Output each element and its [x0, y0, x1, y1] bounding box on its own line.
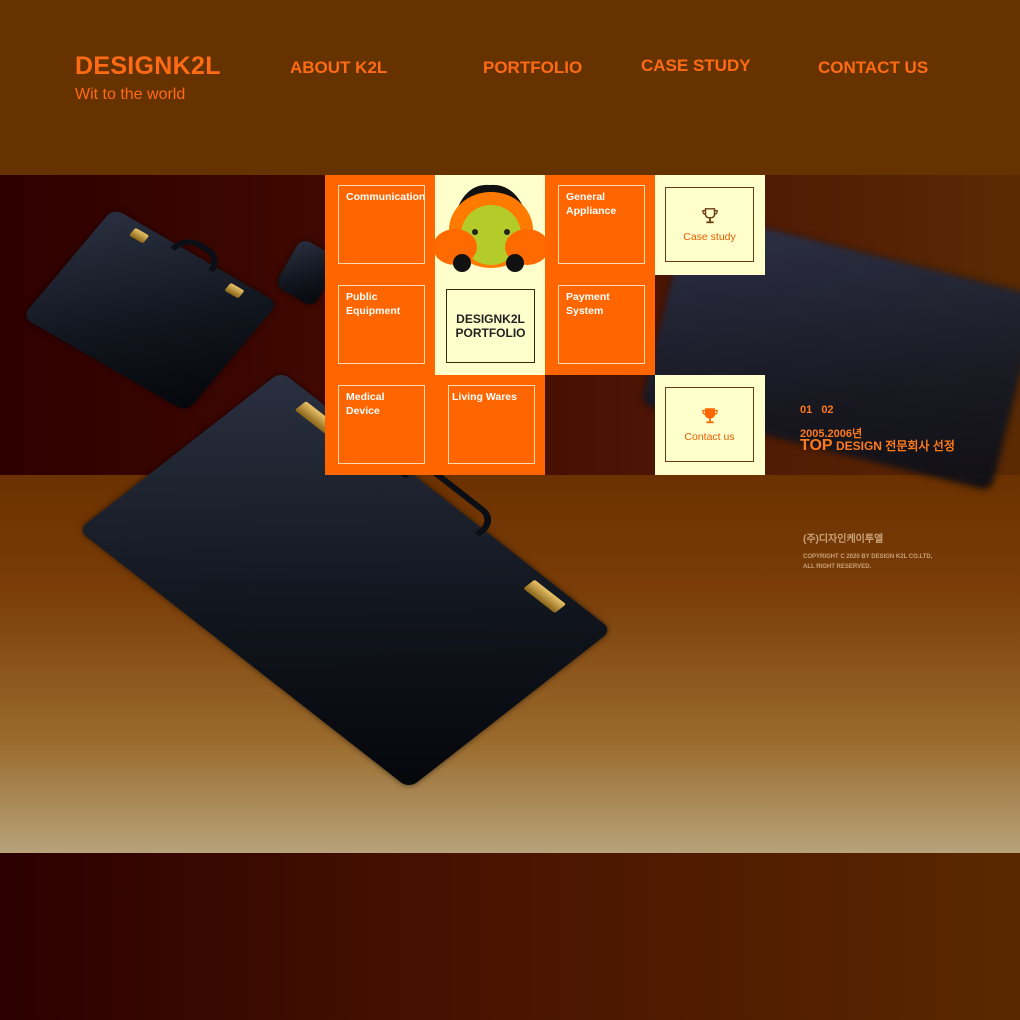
medical-device-link[interactable]: Medical Device — [338, 385, 425, 464]
case-study-label: Case study — [683, 230, 736, 243]
tile-payment-system: Payment System — [545, 275, 655, 375]
slide-pager: 01 02 — [800, 404, 840, 416]
tile-public-equipment: Public Equipment — [325, 275, 435, 375]
copyright: COPYRIGHT C 2020 BY DESIGN K2L CO.LTD, A… — [803, 552, 932, 572]
payment-system-label: Payment System — [566, 290, 642, 318]
tile-portfolio: DESIGNK2L PORTFOLIO — [435, 275, 545, 375]
pager-02[interactable]: 02 — [821, 404, 833, 416]
tile-contact-us: Contact us — [655, 375, 765, 475]
public-equipment-line-1: Public — [346, 291, 378, 303]
general-appliance-link[interactable]: General Appliance — [558, 185, 645, 264]
living-wares-link[interactable]: Living Wares — [448, 385, 535, 464]
header: DESIGNK2L Wit to the world ABOUT K2L POR… — [0, 0, 1020, 175]
portfolio-button[interactable]: DESIGNK2L PORTFOLIO — [446, 289, 535, 363]
tile-living-wares: Living Wares — [435, 375, 545, 475]
case-study-button[interactable]: Case study — [665, 187, 754, 262]
public-equipment-label: Public Equipment — [346, 290, 422, 318]
mascot-image — [435, 175, 545, 275]
public-equipment-line-2: Equipment — [346, 305, 401, 317]
living-wares-label: Living Wares — [452, 391, 517, 403]
award-rest: DESIGN 전문회사 선정 — [835, 439, 955, 453]
portfolio-line-1: DESIGNK2L — [456, 312, 525, 326]
tile-case-study: Case study — [655, 175, 765, 275]
nav-portfolio[interactable]: PORTFOLIO — [483, 58, 582, 78]
medical-device-line-2: Device — [346, 405, 380, 417]
tagline: Wit to the world — [75, 86, 186, 103]
nav-case-study[interactable]: CASE STUDY — [641, 56, 751, 76]
contact-us-label: Contact us — [684, 430, 735, 443]
payment-system-line-2: System — [566, 305, 604, 317]
copyright-line-1: COPYRIGHT C 2020 BY DESIGN K2L CO.LTD, — [803, 554, 933, 560]
footer-band — [0, 853, 1020, 1020]
logo[interactable]: DESIGNK2L — [75, 52, 221, 81]
award-top-word: TOP — [800, 437, 833, 454]
portfolio-line-2: PORTFOLIO — [455, 326, 526, 340]
medical-device-line-1: Medical — [346, 391, 385, 403]
tile-general-appliance: General Appliance — [545, 175, 655, 275]
company-name: (주)디자인케이투엘 — [803, 534, 884, 545]
public-equipment-link[interactable]: Public Equipment — [338, 285, 425, 364]
tile-medical-device: Medical Device — [325, 375, 435, 475]
payment-system-line-1: Payment — [566, 291, 610, 303]
medical-device-label: Medical Device — [346, 390, 422, 418]
award-headline: TOP DESIGN 전문회사 선정 — [800, 437, 955, 455]
communication-label: Communication — [346, 191, 426, 203]
nav-contact[interactable]: CONTACT US — [818, 58, 928, 78]
trophy-icon — [701, 207, 718, 223]
payment-system-link[interactable]: Payment System — [558, 285, 645, 364]
general-appliance-line-2: Appliance — [566, 205, 617, 217]
copyright-line-2: ALL RIGHT RESERVED. — [803, 564, 872, 570]
contact-us-button[interactable]: Contact us — [665, 387, 754, 462]
general-appliance-label: General Appliance — [566, 190, 642, 218]
communication-link[interactable]: Communication — [338, 185, 425, 264]
nav-about[interactable]: ABOUT K2L — [290, 58, 387, 78]
pager-01[interactable]: 01 — [800, 404, 812, 416]
tile-communication: Communication — [325, 175, 435, 275]
trophy-icon — [701, 407, 718, 423]
general-appliance-line-1: General — [566, 191, 606, 203]
